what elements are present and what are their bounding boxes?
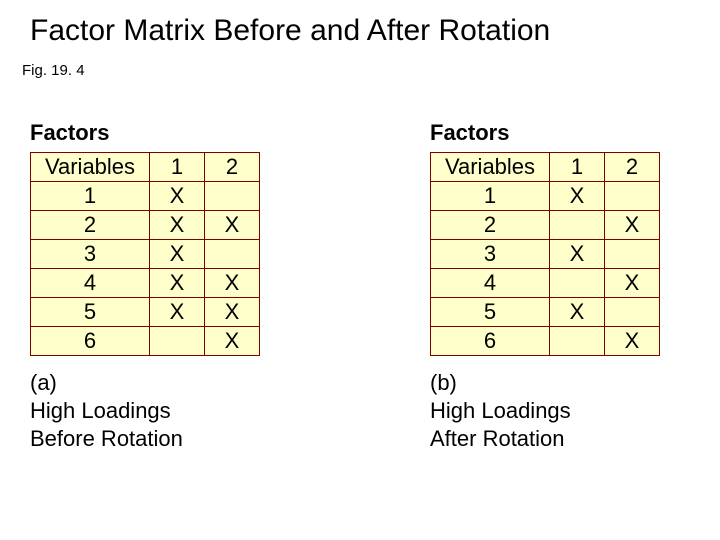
table-row: 6 X: [31, 327, 260, 356]
table-row: Variables 1 2: [431, 153, 660, 182]
cell: X: [150, 211, 205, 240]
cell: X: [150, 182, 205, 211]
cell: 6: [31, 327, 150, 356]
cell: 4: [31, 269, 150, 298]
factor-matrix-a: Variables 1 2 1 X 2 X X 3 X 4 X: [30, 152, 260, 356]
table-row: 5 X X: [31, 298, 260, 327]
cell: 6: [431, 327, 550, 356]
cell: X: [150, 269, 205, 298]
cell: 1: [31, 182, 150, 211]
cell: 2: [431, 211, 550, 240]
panel-tag-a: (a): [30, 370, 330, 396]
cell: X: [205, 211, 260, 240]
table-row: 2 X X: [31, 211, 260, 240]
cell: [205, 182, 260, 211]
header-factor-2: 2: [205, 153, 260, 182]
panel-after-rotation: Factors Variables 1 2 1 X 2 X 3 X: [430, 120, 720, 452]
table-row: 6 X: [431, 327, 660, 356]
header-factor-2: 2: [605, 153, 660, 182]
cell: [550, 327, 605, 356]
figure-number: Fig. 19. 4: [22, 62, 85, 79]
panel-before-rotation: Factors Variables 1 2 1 X 2 X X 3 X: [30, 120, 330, 452]
cell: 5: [31, 298, 150, 327]
slide: Factor Matrix Before and After Rotation …: [0, 0, 720, 540]
header-variables: Variables: [431, 153, 550, 182]
cell: X: [605, 269, 660, 298]
panel-tag-b: (b): [430, 370, 720, 396]
cell: X: [550, 298, 605, 327]
cell: X: [205, 269, 260, 298]
header-factor-1: 1: [550, 153, 605, 182]
factor-matrix-b: Variables 1 2 1 X 2 X 3 X 4: [430, 152, 660, 356]
table-row: 1 X: [31, 182, 260, 211]
table-row: 4 X X: [31, 269, 260, 298]
header-factor-1: 1: [150, 153, 205, 182]
table-row: Variables 1 2: [31, 153, 260, 182]
cell: [605, 240, 660, 269]
cell: 2: [31, 211, 150, 240]
cell: 3: [31, 240, 150, 269]
cell: 1: [431, 182, 550, 211]
cell: 5: [431, 298, 550, 327]
panel-caption-b-l2: After Rotation: [430, 426, 720, 452]
panel-caption-b-l1: High Loadings: [430, 398, 720, 424]
table-row: 2 X: [431, 211, 660, 240]
factors-label-b: Factors: [430, 120, 720, 146]
cell: [550, 211, 605, 240]
cell: [605, 298, 660, 327]
header-variables: Variables: [31, 153, 150, 182]
cell: X: [550, 182, 605, 211]
cell: [205, 240, 260, 269]
page-title: Factor Matrix Before and After Rotation: [30, 14, 550, 48]
panel-caption-a-l1: High Loadings: [30, 398, 330, 424]
cell: 4: [431, 269, 550, 298]
factors-label-a: Factors: [30, 120, 330, 146]
cell: X: [150, 298, 205, 327]
cell: [605, 182, 660, 211]
table-row: 3 X: [31, 240, 260, 269]
cell: X: [550, 240, 605, 269]
cell: [150, 327, 205, 356]
table-row: 5 X: [431, 298, 660, 327]
panel-caption-a-l2: Before Rotation: [30, 426, 330, 452]
cell: X: [605, 327, 660, 356]
cell: X: [605, 211, 660, 240]
table-row: 1 X: [431, 182, 660, 211]
cell: X: [205, 327, 260, 356]
table-row: 4 X: [431, 269, 660, 298]
cell: X: [205, 298, 260, 327]
cell: 3: [431, 240, 550, 269]
cell: X: [150, 240, 205, 269]
table-row: 3 X: [431, 240, 660, 269]
cell: [550, 269, 605, 298]
